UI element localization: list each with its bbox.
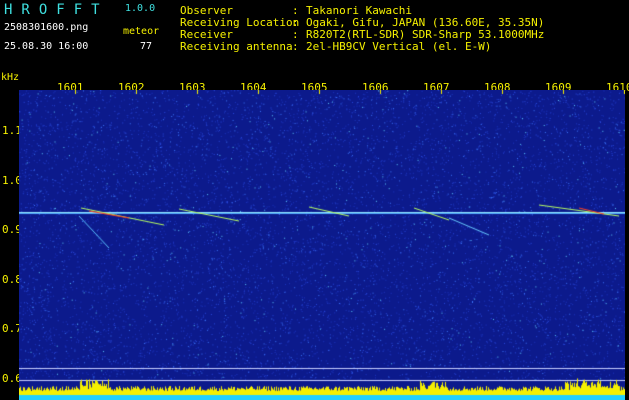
hrofft-window: HROFFT 1.0.0 2508301600.png meteor 25.08… bbox=[0, 0, 629, 400]
capture-timestamp: 25.08.30 16:00 bbox=[4, 41, 89, 52]
app-brand: HROFFT bbox=[4, 2, 109, 18]
location-value: Ogaki, Gifu, JAPAN (136.60E, 35.35N) bbox=[306, 16, 545, 29]
image-filename: 2508301600.png bbox=[4, 22, 89, 33]
app-version: 1.0.0 bbox=[125, 3, 156, 14]
antenna-label: Receiving antenna bbox=[180, 40, 293, 53]
observer-value: Takanori Kawachi bbox=[306, 4, 412, 17]
separator: : bbox=[292, 4, 299, 17]
separator: : bbox=[292, 40, 299, 53]
receiver-label: Receiver bbox=[180, 28, 233, 41]
receiver-value: R820T2(RTL-SDR) SDR-Sharp 53.1000MHz bbox=[306, 28, 545, 41]
spectrogram-canvas bbox=[19, 90, 625, 400]
separator: : bbox=[292, 28, 299, 41]
y-axis-unit: kHz bbox=[1, 72, 20, 83]
separator: : bbox=[292, 16, 299, 29]
antenna-value: 2el-HB9CV Vertical (el. E-W) bbox=[306, 40, 492, 53]
location-label: Receiving Location bbox=[180, 16, 300, 29]
spectrogram bbox=[19, 90, 625, 400]
observer-label: Observer bbox=[180, 4, 233, 17]
meteor-label: meteor bbox=[123, 26, 160, 37]
meteor-count: 77 bbox=[140, 41, 153, 52]
